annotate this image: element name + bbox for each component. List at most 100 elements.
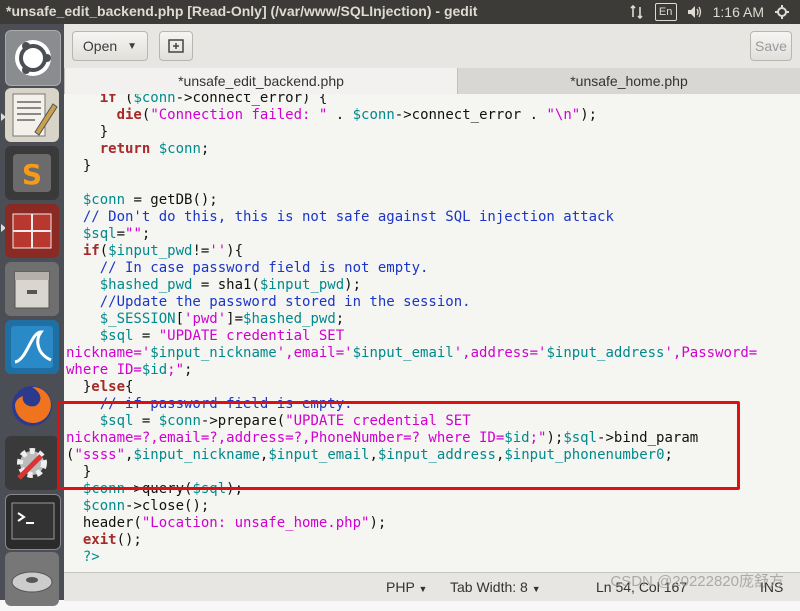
code-token: "Connection failed: " (150, 107, 328, 123)
firefox-icon[interactable] (5, 378, 59, 432)
code-line: $_SESSION['pwd']=$hashed_pwd; (66, 311, 344, 328)
code-token: ]= (226, 311, 244, 327)
code-line: die("Connection failed: " . $conn->conne… (66, 107, 598, 124)
code-line: exit(); (66, 532, 142, 549)
terminal-icon[interactable] (5, 494, 61, 550)
document-tabs: *unsafe_edit_backend.php *unsafe_home.ph… (64, 68, 800, 95)
code-line: where ID=$id;"; (66, 362, 192, 379)
code-token: // Don't do this, this is not safe again… (66, 209, 614, 225)
code-token: // In case password field is not empty. (66, 260, 429, 276)
code-line: //Update the password stored in the sess… (66, 294, 471, 311)
chevron-down-icon: ▼ (418, 584, 428, 594)
code-token: ); (580, 107, 598, 123)
tab-unsafe-home[interactable]: *unsafe_home.php (458, 68, 800, 94)
ubuntu-dash-icon[interactable] (5, 30, 61, 86)
code-token: $conn (158, 141, 201, 157)
code-token: ); (369, 515, 387, 531)
code-token: = (133, 328, 159, 344)
code-token: return (99, 141, 151, 157)
workspace-switcher-icon[interactable] (5, 204, 59, 258)
sublime-text-icon[interactable]: S (5, 146, 59, 200)
open-button[interactable]: Open ▼ (72, 31, 148, 61)
file-manager-icon[interactable] (5, 262, 59, 316)
system-tray: En 1:16 AM (629, 0, 800, 24)
code-token: ( (116, 94, 134, 106)
code-token: [ (175, 311, 185, 327)
wireshark-icon[interactable] (5, 320, 59, 374)
code-token: ',email=' (276, 345, 353, 361)
keyboard-layout-indicator[interactable]: En (654, 3, 677, 21)
code-token: exit (82, 532, 117, 548)
code-line: $conn = getDB(); (66, 192, 218, 209)
header-bar: Open ▼ Save (64, 24, 800, 69)
code-token: header( (66, 515, 142, 531)
code-token: $input_email (352, 345, 454, 361)
language-label: PHP (386, 579, 415, 595)
watermark: CSDN @20222820庞舒方 (610, 573, 784, 590)
system-settings-icon[interactable] (5, 436, 59, 490)
code-line: $sql = "UPDATE credential SET (66, 328, 344, 345)
tab-width-selector[interactable]: Tab Width: 8 ▼ (450, 579, 541, 595)
volume-icon[interactable] (687, 4, 703, 20)
code-token: //Update the password stored in the sess… (66, 294, 471, 310)
code-token: $sql (82, 226, 117, 242)
code-token: $hashed_pwd (243, 311, 336, 327)
top-panel: *unsafe_edit_backend.php [Read-Only] (/v… (0, 0, 800, 24)
code-token: die (116, 107, 142, 123)
code-token: $sql (99, 328, 134, 344)
code-token: else (91, 379, 126, 395)
code-token: ->connect_error) { (175, 94, 328, 106)
tab-label: *unsafe_home.php (570, 73, 688, 89)
code-token: ?> (66, 549, 100, 565)
code-line: nickname='$input_nickname',email='$input… (66, 345, 757, 362)
code-token: ; (141, 226, 151, 242)
code-token: { (125, 379, 134, 395)
new-document-button[interactable] (159, 31, 193, 61)
code-token: $conn (352, 107, 395, 123)
save-button[interactable]: Save (750, 31, 792, 61)
code-token: "\n" (546, 107, 581, 123)
svg-text:S: S (22, 158, 42, 191)
code-line: if($input_pwd!=''){ (66, 243, 243, 260)
code-token: ->connect_error . (394, 107, 547, 123)
code-token: ); (344, 277, 362, 293)
network-arrows-icon[interactable] (629, 4, 645, 20)
code-token: (); (116, 532, 142, 548)
code-token: if (82, 243, 100, 259)
code-line: ?> (66, 549, 100, 566)
code-token: ',address=' (453, 345, 547, 361)
code-token: = (116, 226, 126, 242)
text-editor-icon[interactable] (5, 88, 59, 142)
tab-unsafe-edit-backend[interactable]: *unsafe_edit_backend.php (64, 68, 458, 94)
code-token: $hashed_pwd (99, 277, 193, 293)
code-line: $sql=""; (66, 226, 150, 243)
code-token: != (192, 243, 210, 259)
code-token: $conn (133, 94, 176, 106)
window-title: *unsafe_edit_backend.php [Read-Only] (/v… (6, 3, 478, 19)
code-token: $input_pwd (108, 243, 193, 259)
disk-icon[interactable] (5, 552, 59, 606)
code-token: ){ (226, 243, 244, 259)
code-token: ; (335, 311, 345, 327)
code-line: } (66, 158, 91, 175)
power-gear-icon[interactable] (774, 4, 790, 20)
highlight-box (57, 401, 740, 490)
language-selector[interactable]: PHP ▼ (386, 579, 427, 595)
code-editor[interactable]: if ($conn->connect_error) { die("Connect… (64, 94, 800, 572)
code-token: . (327, 107, 353, 123)
code-line: if ($conn->connect_error) { (66, 94, 328, 107)
chevron-down-icon: ▼ (127, 40, 138, 52)
code-token: ',Password= (664, 345, 758, 361)
code-token: $input_nickname (150, 345, 277, 361)
new-tab-icon (168, 39, 184, 53)
clock[interactable]: 1:16 AM (713, 4, 764, 20)
